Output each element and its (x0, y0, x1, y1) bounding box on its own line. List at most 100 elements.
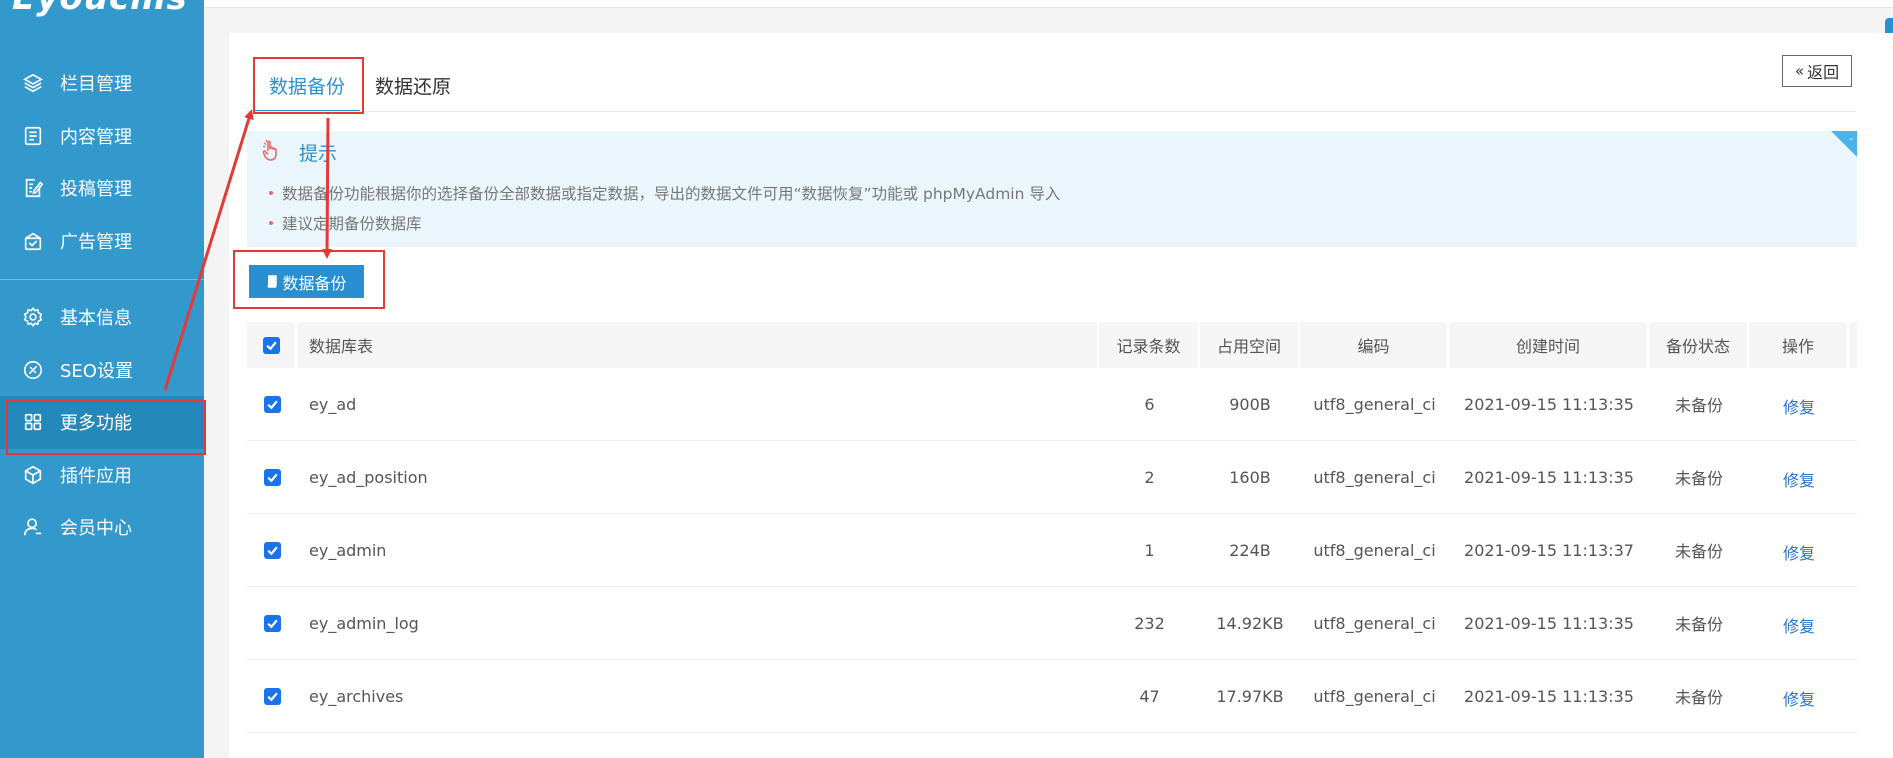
column-header[interactable]: 备份状态 (1649, 322, 1749, 368)
sidebar-item-label: 投稿管理 (60, 179, 132, 201)
table-cell-encoding: utf8_general_ci (1313, 394, 1436, 414)
row-checkbox[interactable] (263, 541, 281, 559)
table-cell-action: 修复 (1749, 441, 1849, 513)
document-icon (22, 125, 44, 147)
nav-group-system: 基本信息 SEO设置 更多功能 插件应用 会员中心 (0, 291, 204, 554)
table-cell-records: 2 (1144, 467, 1155, 487)
pointing-hand-icon (259, 137, 285, 167)
row-checkbox[interactable] (263, 468, 281, 486)
sidebar-item-label: 栏目管理 (60, 74, 132, 96)
sidebar-item-more-features[interactable]: 更多功能 (0, 396, 204, 449)
table-cell-size: 14.92KB (1216, 613, 1284, 633)
checkmark-icon (266, 619, 278, 628)
table-row: ey_admin_log 232 14.92KB utf8_general_ci 202… (247, 587, 1857, 660)
column-header[interactable]: 记录条数 (1099, 322, 1200, 368)
checkmark-icon (266, 692, 278, 701)
tab-divider (246, 111, 1856, 112)
table-cell-status: 未备份 (1674, 615, 1723, 634)
table-body: ey_ad 6 900B utf8_general_ci 2021-09-15 11:1… (247, 368, 1857, 733)
column-header[interactable]: 数据库表 (297, 322, 1099, 368)
table-cell-name: ey_ad (309, 394, 357, 414)
table-cell-status: 未备份 (1674, 542, 1723, 561)
back-button[interactable]: « 返回 (1782, 55, 1852, 87)
table-cell-encoding: utf8_general_ci (1313, 540, 1436, 560)
nav-divider (0, 279, 204, 280)
tab-bar: 数据备份 数据还原 (254, 61, 466, 113)
table-row: ey_archives 47 17.97KB utf8_general_ci 2021-… (247, 660, 1857, 733)
sidebar-item-label: 会员中心 (60, 518, 132, 540)
repair-link[interactable]: 修复 (1783, 613, 1815, 637)
row-checkbox[interactable] (263, 614, 281, 632)
column-header[interactable]: 编码 (1300, 322, 1449, 368)
gear-icon (22, 306, 44, 328)
double-chevron-left-icon: « (1794, 62, 1805, 80)
row-checkbox-cell (247, 660, 297, 732)
layers-icon (22, 72, 44, 94)
table-cell-encoding: utf8_general_ci (1313, 467, 1436, 487)
table-cell-records: 1 (1144, 540, 1155, 560)
checkmark-icon (266, 400, 278, 409)
table-cell-records: 47 (1139, 686, 1160, 706)
column-header[interactable]: 占用空间 (1200, 322, 1300, 368)
collapse-label: - (1849, 132, 1853, 145)
header-checkbox-cell (247, 322, 297, 368)
row-checkbox-cell (247, 368, 297, 440)
table-cell-name: ey_ad_position (309, 467, 428, 487)
checkmark-icon (265, 341, 277, 350)
back-button-label: 返回 (1807, 63, 1840, 82)
table-cell-created: 2021-09-15 11:13:35 (1464, 467, 1634, 487)
nav-group-content: 栏目管理 内容管理 投稿管理 广告管理 (0, 57, 204, 267)
cube-icon (22, 464, 44, 486)
logo: Eyoucms (12, 0, 188, 18)
row-checkbox[interactable] (263, 395, 281, 413)
row-checkbox-cell (247, 587, 297, 659)
table-cell-size: 900B (1229, 394, 1271, 414)
repair-link[interactable]: 修复 (1783, 467, 1815, 491)
tables-list: 数据库表 记录条数 占用空间 编码 创建时间 备份状态 操作 ey_ad 6 900… (247, 322, 1857, 733)
table-row: ey_ad 6 900B utf8_general_ci 2021-09-15 11:1… (247, 368, 1857, 441)
select-all-checkbox[interactable] (262, 336, 280, 354)
repair-link[interactable]: 修复 (1783, 394, 1815, 418)
tip-header: 提示 (259, 137, 337, 167)
table-cell-created: 2021-09-15 11:13:35 (1464, 613, 1634, 633)
sidebar-item-columns[interactable]: 栏目管理 (0, 57, 204, 110)
repair-link[interactable]: 修复 (1783, 686, 1815, 710)
sidebar-item-members[interactable]: 会员中心 (0, 501, 204, 554)
sidebar-item-label: 基本信息 (60, 308, 132, 330)
column-header[interactable]: 创建时间 (1449, 322, 1649, 368)
sidebar-item-basic-info[interactable]: 基本信息 (0, 291, 204, 344)
sidebar-item-submissions[interactable]: 投稿管理 (0, 162, 204, 215)
tip-text: 建议定期备份数据库 (282, 215, 422, 233)
sidebar-item-content[interactable]: 内容管理 (0, 110, 204, 163)
table-header-row: 数据库表 记录条数 占用空间 编码 创建时间 备份状态 操作 (247, 322, 1857, 368)
row-checkbox[interactable] (263, 687, 281, 705)
collapse-corner[interactable]: - (1831, 131, 1857, 157)
bullet-dot (269, 191, 273, 195)
table-cell-status: 未备份 (1674, 396, 1723, 415)
table-cell-records: 6 (1144, 394, 1155, 414)
sidebar-item-seo[interactable]: SEO设置 (0, 344, 204, 397)
table-row: ey_admin 1 224B utf8_general_ci 2021-09-15 1… (247, 514, 1857, 587)
ad-box-icon (22, 230, 44, 252)
data-backup-button[interactable]: 数据备份 (249, 265, 364, 298)
sidebar-item-label: 内容管理 (60, 126, 132, 148)
table-cell-size: 160B (1229, 467, 1271, 487)
tip-text: 数据备份功能根据你的选择备份全部数据或指定数据，导出的数据文件可用“数据恢复”功… (282, 185, 1061, 203)
main-panel: 数据备份 数据还原 « 返回 提示 数据备份功能根据你的选择备份全部数据或指定数… (229, 33, 1893, 758)
table-cell-action: 修复 (1749, 368, 1849, 440)
bullet-dot (269, 221, 273, 225)
repair-link[interactable]: 修复 (1783, 540, 1815, 564)
sidebar-item-label: SEO设置 (60, 360, 133, 382)
data-backup-button-label: 数据备份 (282, 273, 347, 293)
sidebar-item-plugins[interactable]: 插件应用 (0, 449, 204, 502)
edit-document-icon (22, 177, 44, 199)
tab-data-restore[interactable]: 数据还原 (360, 61, 466, 113)
row-checkbox-cell (247, 441, 297, 513)
tab-data-backup[interactable]: 数据备份 (254, 61, 361, 113)
top-bar (204, 0, 1893, 8)
sidebar-item-ads[interactable]: 广告管理 (0, 215, 204, 268)
tip-line: 数据备份功能根据你的选择备份全部数据或指定数据，导出的数据文件可用“数据恢复”功… (269, 182, 1060, 204)
checkmark-icon (266, 546, 278, 555)
user-icon (22, 516, 44, 538)
table-cell-name: ey_admin_log (309, 613, 419, 633)
